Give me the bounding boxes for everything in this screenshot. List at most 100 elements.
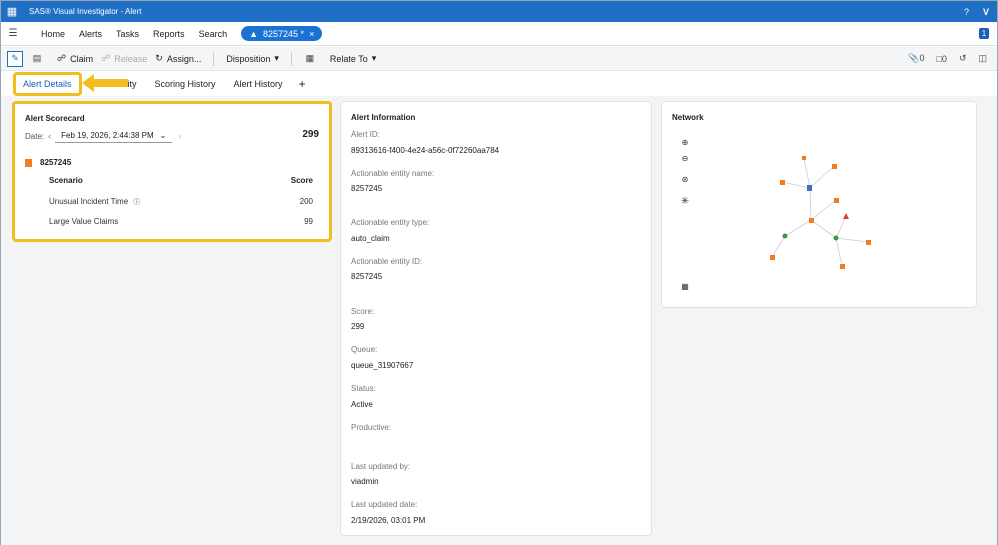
chevron-left-icon[interactable]: ‹ bbox=[48, 131, 51, 141]
zoom-out-icon[interactable]: ⊖ bbox=[678, 151, 692, 165]
graph-edge bbox=[809, 187, 812, 221]
chevron-down-icon: ⌄ bbox=[159, 131, 167, 140]
graph-edge bbox=[835, 216, 847, 239]
updated-by-value: viadmin bbox=[351, 477, 379, 486]
updated-date-label: Last updated date: bbox=[351, 500, 418, 509]
claim-icon: ☍ bbox=[57, 53, 67, 63]
alert-toolbar: ✎ ▤ ☍ Claim ☍ Release ↻ Assign... Dispos… bbox=[1, 47, 997, 71]
nav-tasks[interactable]: Tasks bbox=[116, 29, 139, 39]
hamburger-menu-icon[interactable]: ☰ bbox=[1, 28, 25, 39]
close-tab-icon[interactable]: × bbox=[309, 29, 314, 39]
score-value: 299 bbox=[351, 322, 365, 331]
attachments-button[interactable]: 📎0 bbox=[908, 53, 924, 64]
entity-id-label: Actionable entity ID: bbox=[351, 257, 423, 266]
chevron-right-icon[interactable]: › bbox=[178, 131, 181, 141]
history-icon[interactable]: ↺ bbox=[959, 53, 967, 64]
disposition-dropdown[interactable]: Disposition ▾ bbox=[226, 53, 279, 64]
graph-node-claim bbox=[832, 164, 837, 169]
updated-by-label: Last updated by: bbox=[351, 462, 411, 471]
score-label: Score: bbox=[351, 307, 375, 316]
entity-name-label: Actionable entity name: bbox=[351, 169, 435, 178]
tab-alert-history[interactable]: Alert History bbox=[234, 79, 283, 89]
queue-value: queue_31907667 bbox=[351, 361, 414, 370]
graph-node-claim bbox=[780, 180, 785, 185]
graph-edge bbox=[835, 237, 843, 267]
graph-edge bbox=[771, 235, 786, 258]
tab-alert-details[interactable]: Alert Details bbox=[13, 71, 82, 96]
graph-node-person bbox=[782, 233, 788, 239]
entity-id-value: 8257245 bbox=[351, 272, 383, 281]
entity-type-label: Actionable entity type: bbox=[351, 218, 430, 227]
nav-alerts[interactable]: Alerts bbox=[79, 29, 102, 39]
graph-edge bbox=[784, 219, 812, 237]
detail-tabs: Alert Details ity Scoring History Alert … bbox=[1, 71, 997, 96]
worksheet-icon[interactable]: ▦ bbox=[302, 51, 318, 67]
highlight-arrow bbox=[82, 74, 128, 92]
table-view-icon[interactable]: ▦ bbox=[678, 279, 692, 293]
main-nav: ☰ Home Alerts Tasks Reports Search ▲ 825… bbox=[1, 22, 997, 46]
zoom-fit-icon[interactable]: ⊛ bbox=[678, 172, 692, 186]
status-value: Active bbox=[351, 400, 373, 409]
nav-reports[interactable]: Reports bbox=[153, 29, 185, 39]
graph-node-person bbox=[833, 235, 839, 241]
release-button[interactable]: ☍ Release bbox=[101, 53, 147, 64]
graph-node-claim bbox=[802, 156, 806, 160]
entity-document-icon bbox=[25, 158, 32, 167]
graph-edge bbox=[803, 157, 811, 189]
add-tab-button[interactable]: + bbox=[299, 77, 306, 91]
paperclip-icon: 📎 bbox=[908, 53, 920, 63]
total-score: 299 bbox=[302, 129, 319, 140]
entity-type-value: auto_claim bbox=[351, 234, 390, 243]
scorecard-title: Alert Scorecard bbox=[25, 114, 85, 123]
network-card: Network ⊕ ⊖ ⊛ ✳ ▦ bbox=[661, 101, 977, 308]
help-icon[interactable]: ? bbox=[964, 7, 969, 17]
info-icon[interactable]: ⓘ bbox=[133, 199, 140, 206]
graph-node-claim bbox=[840, 264, 845, 269]
network-title: Network bbox=[672, 113, 704, 122]
graph-edge bbox=[810, 219, 837, 239]
tab-scoring-history[interactable]: Scoring History bbox=[155, 79, 216, 89]
alert-id-label: Alert ID: bbox=[351, 130, 380, 139]
alert-information-card: Alert Information Alert ID: 89313616-f40… bbox=[340, 101, 652, 536]
graph-node-claim bbox=[834, 198, 839, 203]
edit-pencil-icon[interactable]: ✎ bbox=[7, 50, 23, 67]
alert-info-title: Alert Information bbox=[351, 113, 416, 122]
alert-id-value: 89313616-f400-4e24-a56c-0f72260aa784 bbox=[351, 146, 500, 155]
assign-icon: ↻ bbox=[155, 53, 163, 63]
notification-badge[interactable]: 1 bbox=[979, 28, 989, 39]
nav-home[interactable]: Home bbox=[41, 29, 65, 39]
entity-name-value: 8257245 bbox=[351, 184, 383, 193]
toolbar-divider bbox=[213, 51, 215, 66]
release-icon: ☍ bbox=[101, 53, 111, 63]
scorecard-header: Scenario Score bbox=[49, 176, 313, 185]
layout-icon[interactable]: ✳ bbox=[678, 194, 692, 208]
zoom-in-icon[interactable]: ⊕ bbox=[678, 135, 692, 149]
scorecard-row: Unusual Incident Time ⓘ 200 bbox=[49, 197, 313, 206]
relate-to-dropdown[interactable]: Relate To ▾ bbox=[330, 53, 376, 64]
save-icon[interactable]: ▤ bbox=[29, 51, 45, 67]
warning-icon: ▲ bbox=[249, 28, 259, 39]
caret-down-icon: ▾ bbox=[371, 53, 377, 63]
date-select[interactable]: Feb 19, 2026, 2:44:38 PM ⌄ bbox=[55, 129, 173, 143]
date-label: Date: bbox=[25, 131, 45, 141]
sas-logo-icon: V bbox=[982, 6, 989, 17]
open-alert-tab[interactable]: ▲ 8257245 * × bbox=[241, 26, 323, 41]
graph-edge bbox=[781, 181, 811, 189]
updated-date-value: 2/19/2026, 03:01 PM bbox=[351, 516, 426, 525]
nav-search[interactable]: Search bbox=[199, 29, 228, 39]
graph-node-entity bbox=[807, 185, 812, 191]
toolbar-divider bbox=[290, 51, 292, 66]
trash-icon[interactable]: ◫ bbox=[978, 53, 987, 64]
graph-node-alert bbox=[843, 213, 849, 219]
scored-entity: 8257245 bbox=[25, 158, 71, 167]
claim-button[interactable]: ☍ Claim bbox=[57, 53, 93, 64]
comments-button[interactable]: □0 bbox=[936, 54, 946, 64]
graph-edge bbox=[809, 165, 835, 189]
queue-label: Queue: bbox=[351, 345, 378, 354]
network-graph[interactable] bbox=[752, 142, 972, 282]
assign-button[interactable]: ↻ Assign... bbox=[155, 53, 201, 64]
productive-label: Productive: bbox=[351, 423, 392, 432]
alert-scorecard-card: Alert Scorecard Date: ‹ Feb 19, 2026, 2:… bbox=[12, 101, 332, 242]
open-alert-label: 8257245 * bbox=[263, 28, 305, 39]
app-grid-icon[interactable]: ▦ bbox=[1, 5, 23, 18]
